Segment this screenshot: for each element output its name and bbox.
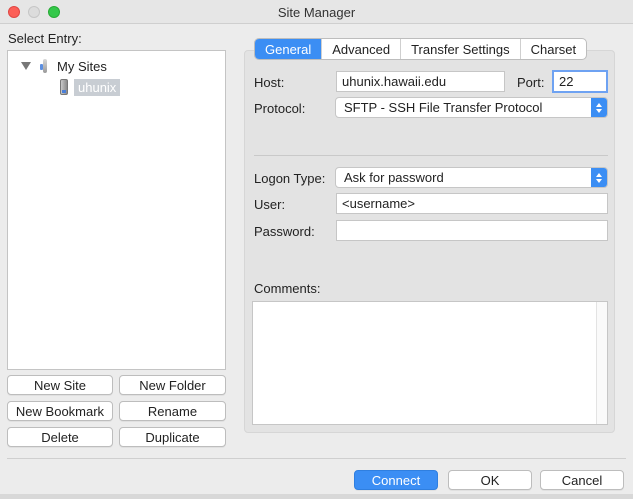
tree-child-label: uhunix xyxy=(74,78,121,96)
site-tree[interactable]: My Sites uhunix xyxy=(7,50,226,370)
window-title: Site Manager xyxy=(277,5,356,20)
title-bar: Site Manager xyxy=(0,0,633,24)
tree-root-label: My Sites xyxy=(57,58,107,74)
connect-button[interactable]: Connect xyxy=(354,470,438,490)
new-site-button[interactable]: New Site xyxy=(7,375,113,395)
sites-folder-icon xyxy=(39,59,51,73)
host-input[interactable]: uhunix.hawaii.edu xyxy=(336,71,505,92)
password-label: Password: xyxy=(254,224,315,239)
select-arrows-icon xyxy=(591,98,607,117)
delete-button[interactable]: Delete xyxy=(7,427,113,447)
port-label: Port: xyxy=(517,75,545,90)
duplicate-button[interactable]: Duplicate xyxy=(119,427,226,447)
comments-label: Comments: xyxy=(254,281,321,296)
select-entry-label: Select Entry: xyxy=(8,31,82,46)
tab-bar: General Advanced Transfer Settings Chars… xyxy=(254,38,588,60)
new-folder-button[interactable]: New Folder xyxy=(119,375,226,395)
logon-type-label: Logon Type: xyxy=(254,171,326,186)
protocol-select[interactable]: SFTP - SSH File Transfer Protocol xyxy=(335,97,608,118)
password-input[interactable] xyxy=(336,220,608,241)
rename-button[interactable]: Rename xyxy=(119,401,226,421)
user-input[interactable]: <username> xyxy=(336,193,608,214)
tab-general[interactable]: General xyxy=(255,39,323,59)
comments-textarea[interactable] xyxy=(252,301,608,425)
user-label: User: xyxy=(254,197,286,212)
logon-type-select[interactable]: Ask for password xyxy=(335,167,608,188)
server-icon xyxy=(60,79,68,95)
tab-charset[interactable]: Charset xyxy=(521,39,587,59)
tree-row-my-sites[interactable]: My Sites xyxy=(21,57,107,75)
protocol-label: Protocol: xyxy=(254,101,306,116)
comments-scrollbar[interactable] xyxy=(596,302,607,424)
port-input[interactable]: 22 xyxy=(552,70,608,93)
new-bookmark-button[interactable]: New Bookmark xyxy=(7,401,113,421)
ok-button[interactable]: OK xyxy=(448,470,532,490)
tree-row-uhunix[interactable]: uhunix xyxy=(60,78,121,96)
tab-advanced[interactable]: Advanced xyxy=(322,39,402,59)
tab-transfer-settings[interactable]: Transfer Settings xyxy=(401,39,521,59)
select-arrows-icon xyxy=(591,168,607,187)
footer-separator xyxy=(7,458,626,459)
background-window-strip xyxy=(0,494,633,499)
logon-type-value: Ask for password xyxy=(344,170,444,185)
cancel-button[interactable]: Cancel xyxy=(540,470,624,490)
host-label: Host: xyxy=(254,75,285,90)
disclosure-triangle-icon[interactable] xyxy=(21,62,31,70)
protocol-value: SFTP - SSH File Transfer Protocol xyxy=(344,100,543,115)
section-divider xyxy=(254,155,608,156)
